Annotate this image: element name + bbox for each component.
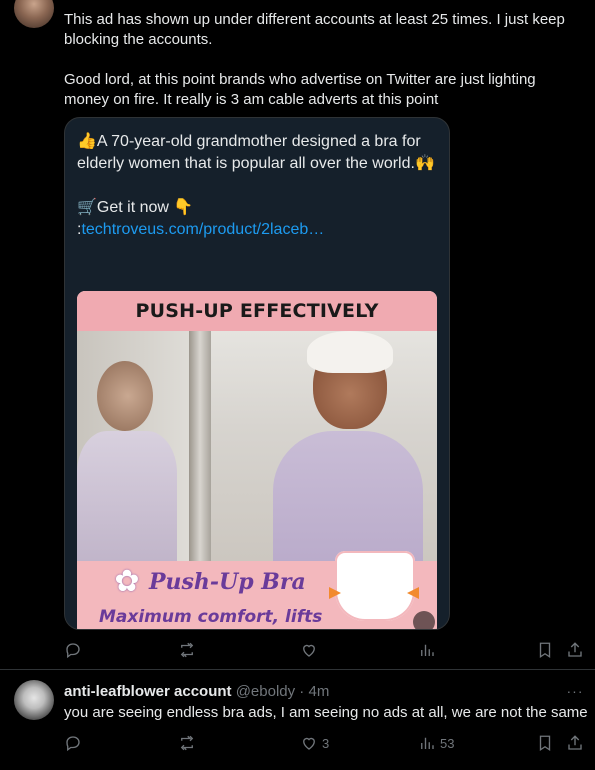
like-count: 3 bbox=[322, 735, 330, 751]
reply-timestamp[interactable]: 4m bbox=[308, 683, 329, 700]
reply-text: you are seeing endless bra ads, I am see… bbox=[64, 704, 588, 721]
reply-action-bar: 3 53 bbox=[64, 733, 584, 753]
more-options-icon[interactable]: ··· bbox=[566, 683, 584, 701]
model-hair bbox=[307, 331, 393, 373]
product-title: Push-Up Bra bbox=[149, 569, 306, 595]
mirror-reflection-head bbox=[97, 361, 153, 431]
mirror-frame bbox=[189, 331, 211, 571]
ad-link[interactable]: techtroveus.com/product/2laceb… bbox=[81, 221, 324, 238]
heart-icon bbox=[303, 737, 315, 750]
reply-header: anti-leafblower account @eboldy · 4m bbox=[64, 683, 329, 701]
views-button[interactable]: 53 bbox=[418, 733, 454, 753]
views-button[interactable] bbox=[418, 640, 436, 660]
reply-button[interactable] bbox=[64, 640, 82, 660]
bookmark-button[interactable] bbox=[536, 733, 554, 753]
share-icon bbox=[568, 642, 582, 657]
ad-video-thumbnail[interactable]: PUSH-UP EFFECTIVELY ✿ Push-Up Bra Maximu… bbox=[77, 291, 437, 629]
retweet-icon bbox=[180, 735, 194, 751]
video-control[interactable] bbox=[413, 611, 435, 629]
share-icon bbox=[568, 735, 582, 750]
like-button[interactable]: 3 bbox=[300, 733, 329, 753]
like-button[interactable] bbox=[300, 640, 318, 660]
retweet-button[interactable] bbox=[178, 640, 196, 660]
reply-icon bbox=[66, 736, 80, 752]
mirror-reflection-body bbox=[77, 431, 177, 571]
tweet-action-bar bbox=[64, 640, 584, 660]
bookmark-button[interactable] bbox=[536, 640, 554, 660]
bra-product-image bbox=[335, 551, 415, 621]
tweet-text: This ad has shown up under different acc… bbox=[64, 11, 565, 108]
author-avatar[interactable] bbox=[14, 0, 54, 28]
ad-description: 👍A 70-year-old grandmother designed a br… bbox=[77, 133, 435, 172]
bookmark-icon bbox=[539, 642, 551, 659]
timeline: This ad has shown up under different acc… bbox=[0, 0, 595, 770]
reply-icon bbox=[66, 643, 80, 659]
views-icon bbox=[421, 737, 434, 749]
quoted-ad-card[interactable]: 👍A 70-year-old grandmother designed a br… bbox=[64, 117, 450, 630]
ad-banner-text: PUSH-UP EFFECTIVELY bbox=[77, 291, 437, 331]
flower-icon: ✿ bbox=[114, 564, 140, 598]
reply-handle[interactable]: @eboldy bbox=[236, 683, 295, 700]
share-button[interactable] bbox=[566, 640, 584, 660]
view-count: 53 bbox=[440, 735, 455, 751]
divider bbox=[0, 669, 595, 670]
meta-separator: · bbox=[295, 683, 309, 700]
bookmark-icon bbox=[539, 735, 551, 752]
retweet-icon bbox=[180, 642, 194, 658]
heart-icon bbox=[303, 644, 315, 657]
retweet-button[interactable] bbox=[178, 733, 196, 753]
product-subtitle: Maximum comfort, lifts bbox=[99, 607, 323, 627]
reply-author-name[interactable]: anti-leafblower account bbox=[64, 683, 232, 700]
arrow-icon bbox=[329, 587, 341, 599]
reply-button[interactable] bbox=[64, 733, 82, 753]
ad-text: 👍A 70-year-old grandmother designed a br… bbox=[77, 131, 437, 241]
reply-avatar[interactable] bbox=[14, 680, 54, 720]
arrow-icon bbox=[407, 587, 419, 599]
views-icon bbox=[421, 644, 434, 656]
share-button[interactable] bbox=[566, 733, 584, 753]
